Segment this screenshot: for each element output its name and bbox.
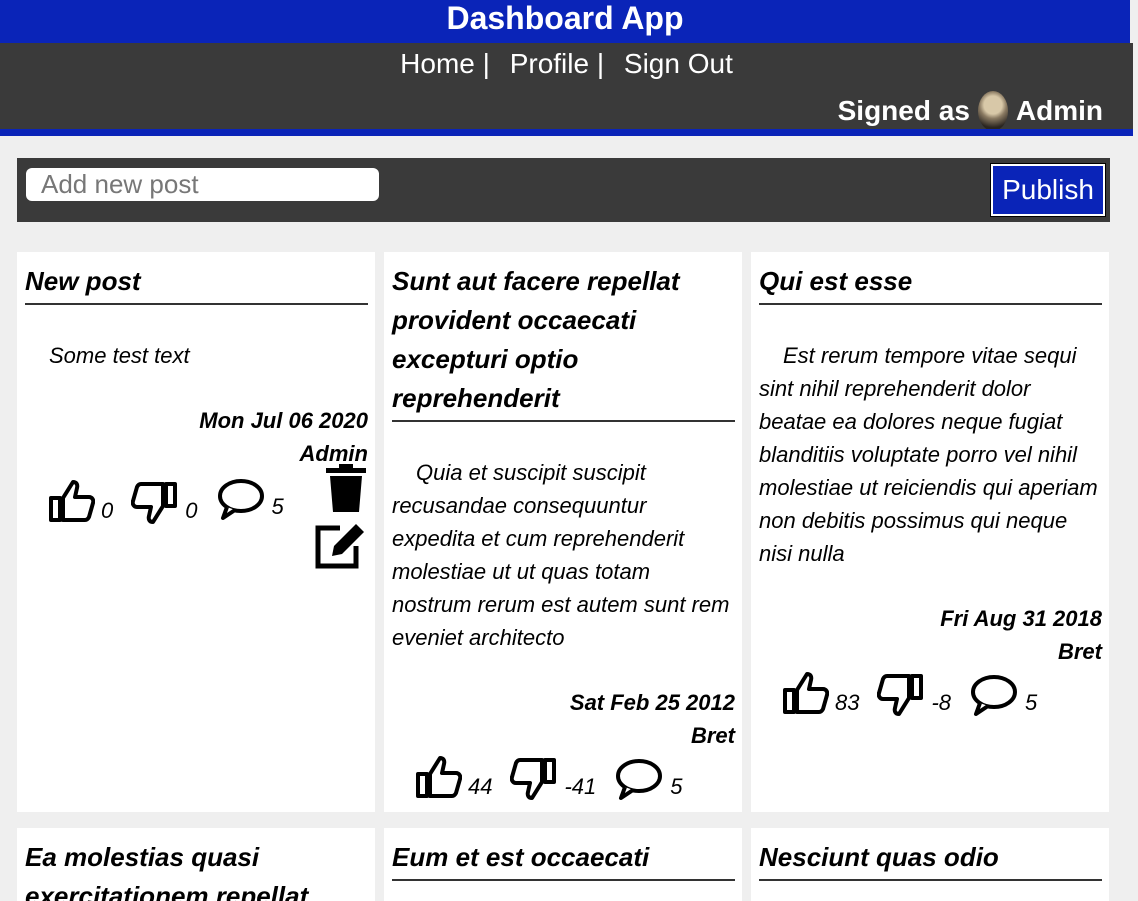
- post-card: Eum et est occaecati: [384, 828, 742, 901]
- nav-links: Home | Profile | Sign Out: [0, 47, 1133, 81]
- like-button[interactable]: 44: [414, 754, 492, 802]
- post-actions: 44 -41 5: [392, 754, 735, 802]
- post-actions: 83 -8 5: [759, 670, 1102, 718]
- post-title: Ea molestias quasi exercitationem repell…: [25, 842, 309, 901]
- post-title: Qui est esse: [759, 262, 1102, 305]
- thumbs-down-icon: [877, 674, 924, 716]
- thumbs-up-icon: [416, 756, 462, 798]
- like-button[interactable]: 83: [781, 670, 859, 718]
- dislike-count: -41: [564, 774, 597, 799]
- signed-user-name: Admin: [1015, 95, 1103, 126]
- edit-icon[interactable]: [312, 520, 368, 570]
- thumbs-up-icon: [49, 480, 95, 522]
- like-button[interactable]: 0: [47, 478, 113, 526]
- post-card: Sunt aut facere repellat provident occae…: [384, 252, 742, 812]
- dislike-count: -8: [931, 690, 952, 715]
- publish-button[interactable]: Publish: [990, 163, 1106, 217]
- owner-controls: [312, 464, 368, 570]
- nav-bar: Home | Profile | Sign Out Signed as Admi…: [0, 43, 1133, 131]
- post-date: Fri Aug 31 2018: [940, 606, 1102, 631]
- dislike-count: 0: [185, 498, 198, 523]
- like-count: 83: [835, 690, 860, 715]
- post-card: New post Some test text Mon Jul 06 2020 …: [17, 252, 375, 812]
- trash-icon[interactable]: [324, 464, 368, 514]
- signed-in-status: Signed as Admin: [838, 91, 1103, 131]
- like-count: 44: [468, 774, 493, 799]
- post-title: Sunt aut facere repellat provident occae…: [392, 262, 735, 422]
- post-date: Mon Jul 06 2020: [199, 408, 368, 433]
- comment-icon: [217, 479, 264, 520]
- post-title: Nesciunt quas odio: [759, 838, 1102, 881]
- comments-button[interactable]: 5: [614, 758, 683, 802]
- comment-count: 5: [1025, 690, 1038, 715]
- post-author: Bret: [690, 723, 735, 748]
- post-title: New post: [25, 262, 368, 305]
- nav-home-link[interactable]: Home |: [400, 48, 490, 79]
- signed-as-label: Signed as: [837, 95, 970, 126]
- post-card: Nesciunt quas odio: [751, 828, 1109, 901]
- post-card: Qui est esse Est rerum tempore vitae seq…: [751, 252, 1109, 812]
- post-body: Est rerum tempore vitae sequi sint nihil…: [759, 343, 1098, 566]
- post-date: Sat Feb 25 2012: [569, 690, 735, 715]
- thumbs-down-icon: [510, 758, 557, 800]
- header-divider: [0, 129, 1133, 136]
- new-post-input[interactable]: [26, 168, 379, 201]
- thumbs-up-icon: [783, 672, 829, 714]
- comments-button[interactable]: 5: [216, 478, 284, 522]
- thumbs-down-icon: [131, 482, 178, 524]
- comment-icon: [971, 675, 1018, 716]
- post-card: Ea molestias quasi exercitationem repell…: [17, 828, 375, 901]
- dislike-button[interactable]: -41: [510, 754, 596, 802]
- post-author: Bret: [1057, 639, 1102, 664]
- comments-button[interactable]: 5: [969, 674, 1037, 718]
- app-title: Dashboard App: [0, 0, 1130, 43]
- post-composer: Publish: [17, 158, 1110, 222]
- nav-signout-link[interactable]: Sign Out: [624, 48, 733, 79]
- like-count: 0: [101, 498, 114, 523]
- post-body: Some test text: [49, 343, 190, 368]
- post-actions: 0 0 5: [25, 464, 368, 574]
- post-title: Eum et est occaecati: [392, 838, 735, 881]
- comment-icon: [616, 759, 663, 800]
- nav-profile-link[interactable]: Profile |: [510, 48, 604, 79]
- post-body: Quia et suscipit suscipit recusandae con…: [392, 460, 730, 650]
- avatar[interactable]: [977, 91, 1008, 131]
- dislike-button[interactable]: -8: [877, 670, 951, 718]
- comment-count: 5: [271, 494, 284, 519]
- dislike-button[interactable]: 0: [131, 478, 198, 526]
- comment-count: 5: [670, 774, 683, 799]
